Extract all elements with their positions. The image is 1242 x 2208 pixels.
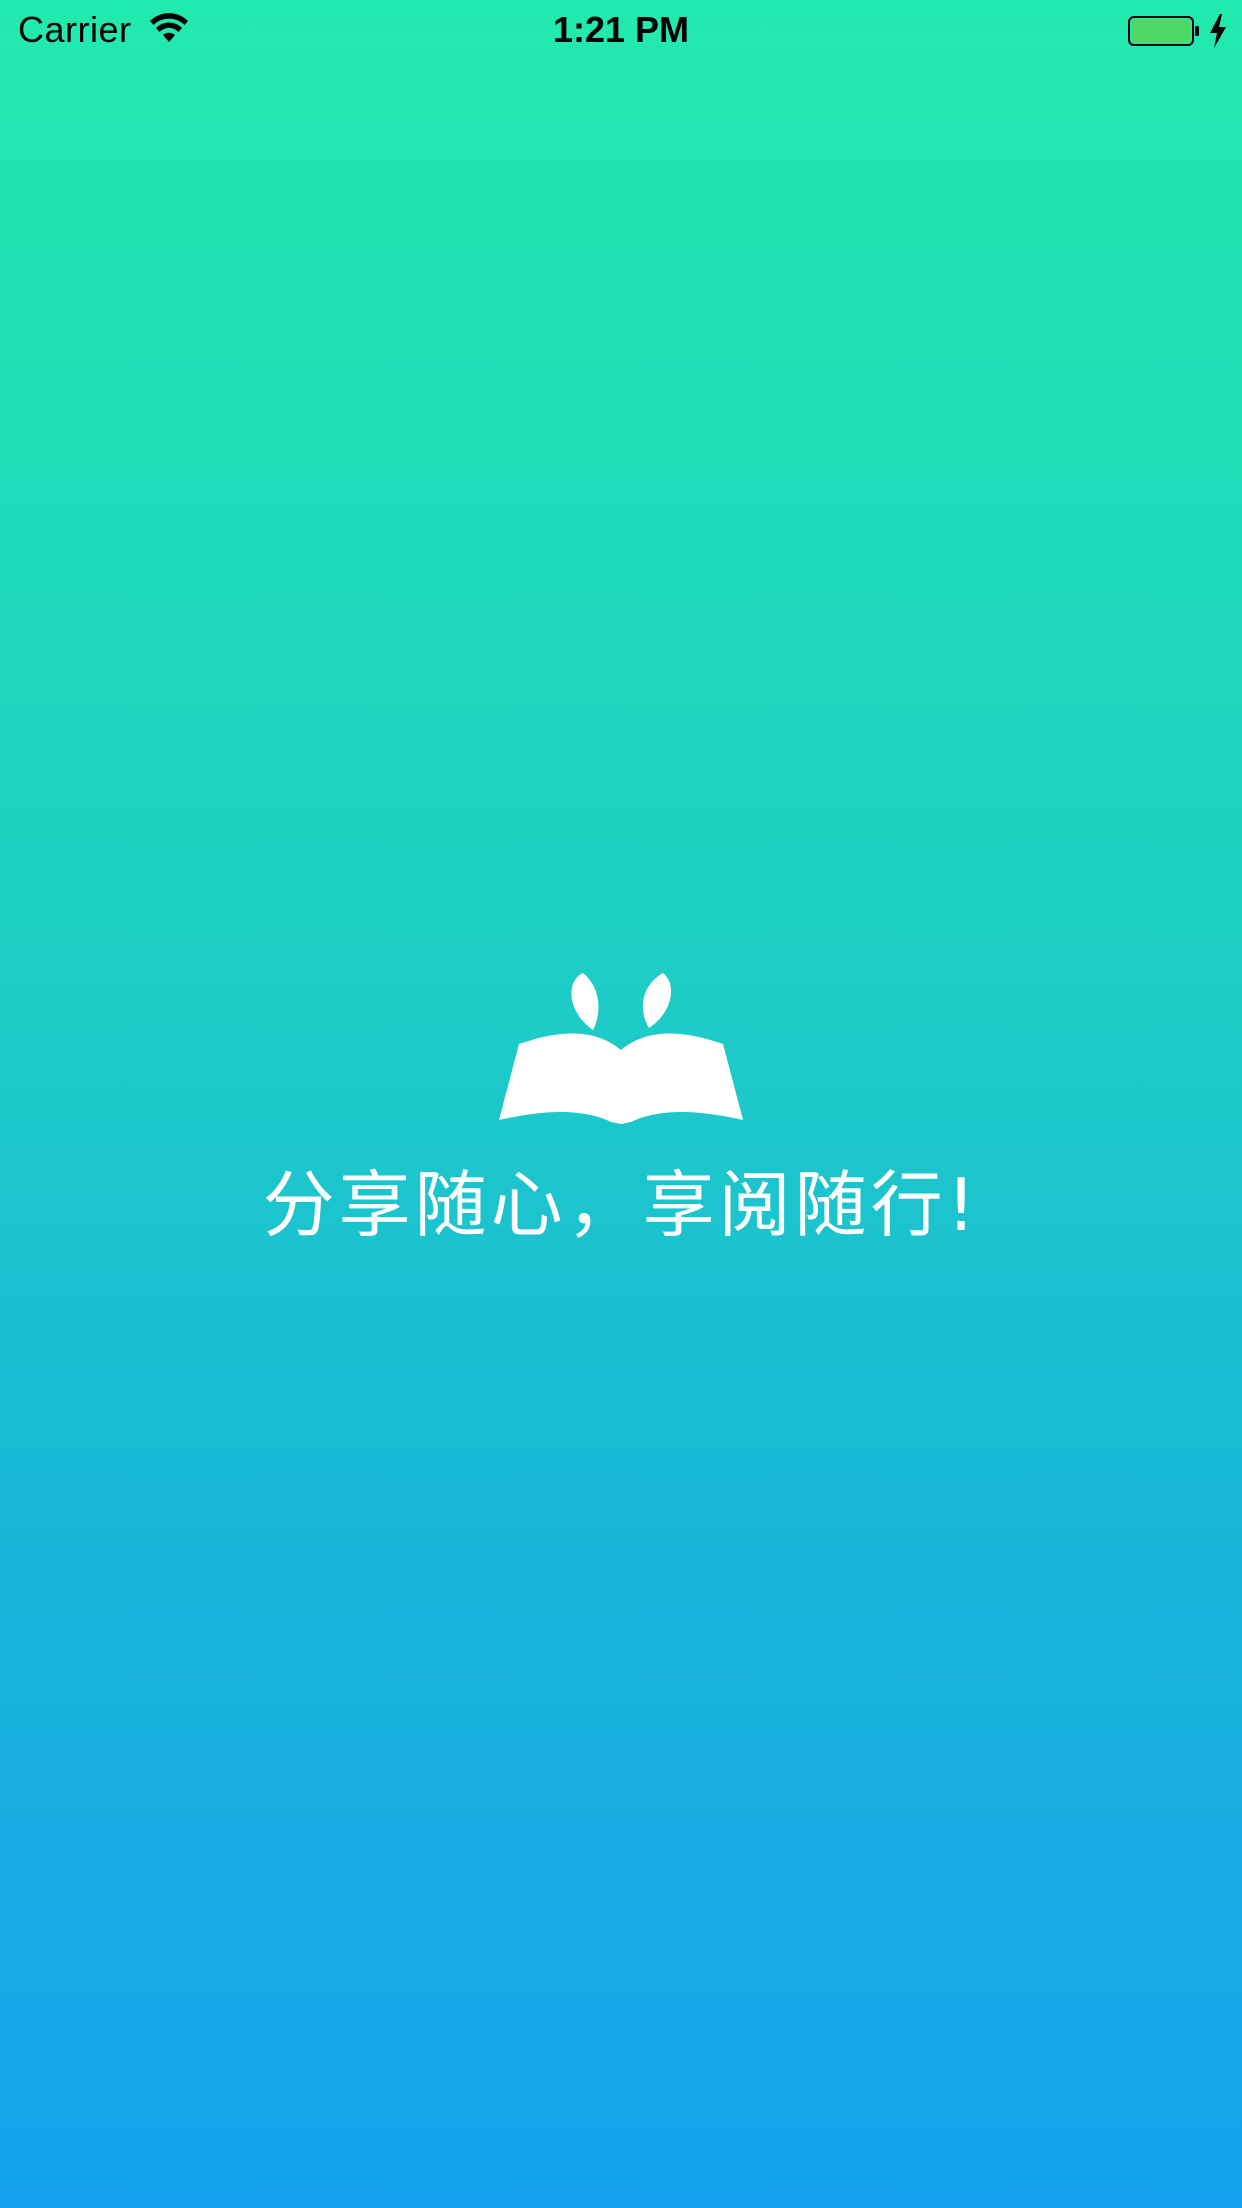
book-sprout-logo-icon <box>499 973 743 1124</box>
status-bar: Carrier 1:21 PM <box>0 0 1242 60</box>
battery-icon <box>1128 16 1199 46</box>
splash-slogan: 分享随心，享阅随行! <box>262 1163 980 1247</box>
charging-bolt-icon <box>1210 14 1226 48</box>
status-time: 1:21 PM <box>552 9 690 50</box>
